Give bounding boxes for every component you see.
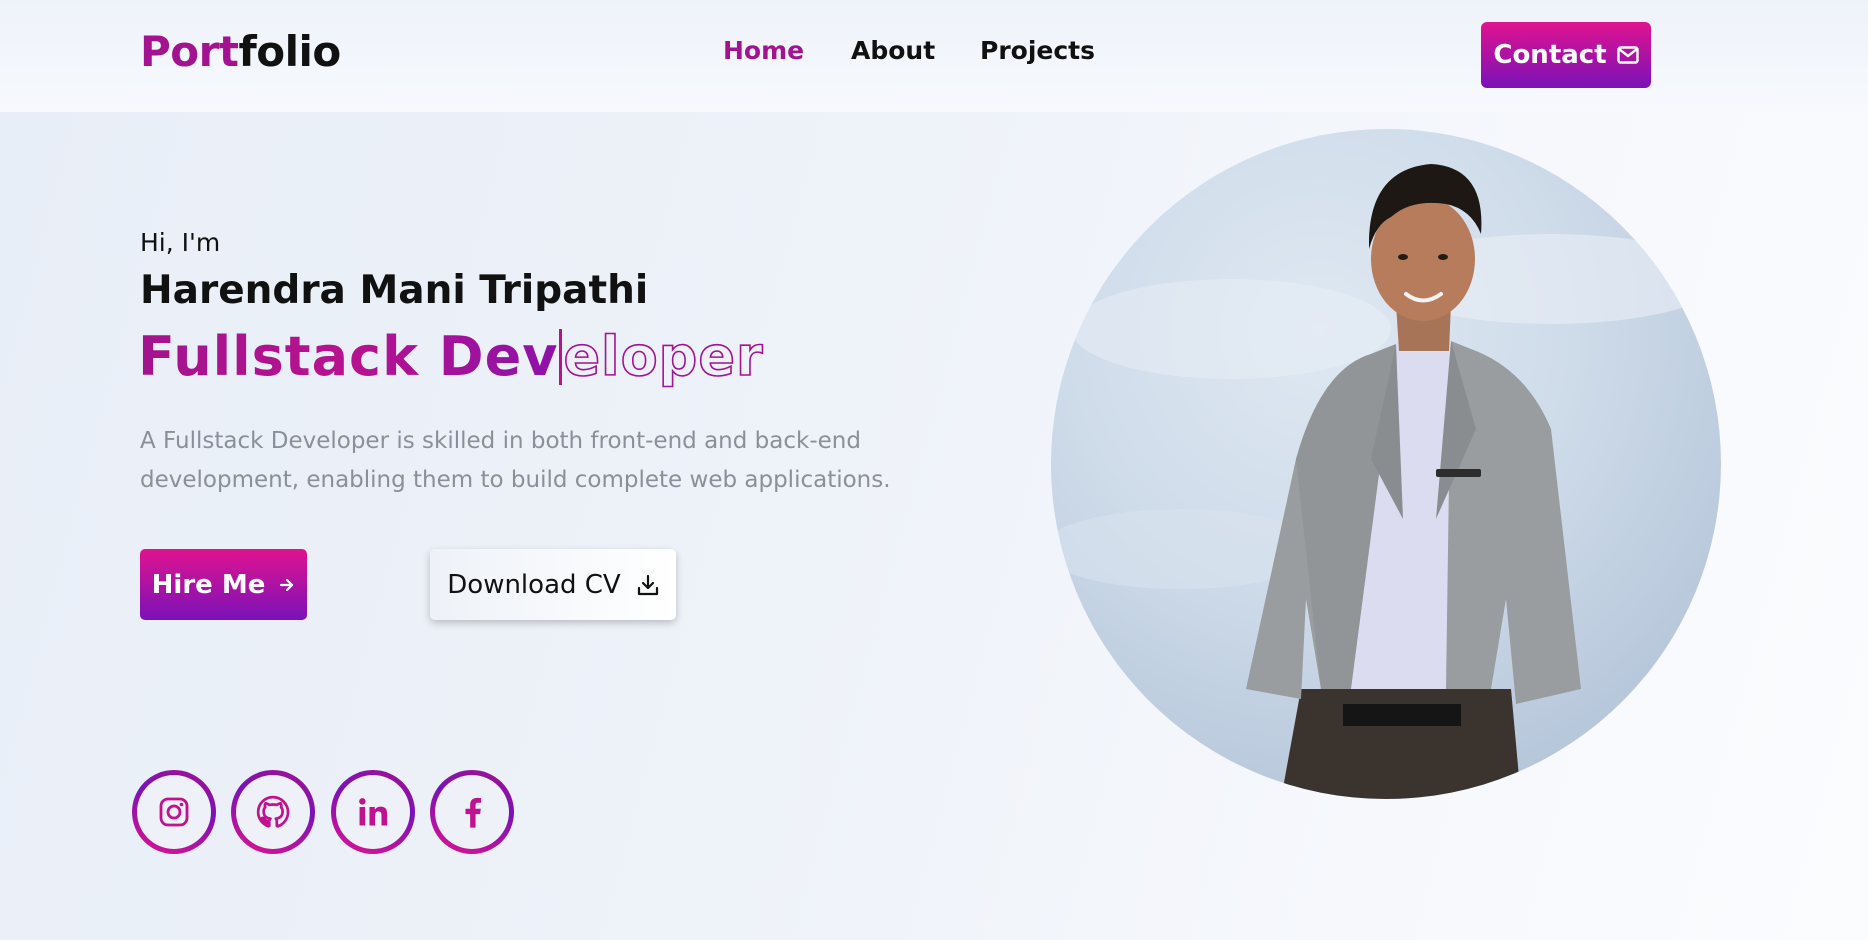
profile-photo (1051, 129, 1721, 799)
download-cv-button[interactable]: Download CV (430, 549, 676, 620)
linkedin-link[interactable] (331, 770, 415, 854)
instagram-icon (159, 797, 189, 827)
contact-button[interactable]: Contact (1481, 22, 1651, 88)
logo[interactable]: Portfolio (140, 27, 341, 76)
nav-about[interactable]: About (851, 36, 935, 65)
download-icon (637, 574, 658, 595)
github-link[interactable] (231, 770, 315, 854)
hero-role: Fullstack Dev eloper (138, 324, 764, 389)
nav-home[interactable]: Home (723, 36, 804, 65)
contact-button-label: Contact (1493, 40, 1607, 70)
facebook-icon (465, 797, 482, 828)
nav-projects[interactable]: Projects (980, 36, 1095, 65)
github-link-inner (236, 775, 310, 849)
logo-part-2: folio (238, 27, 341, 76)
download-cv-label: Download CV (447, 569, 621, 600)
profile-illustration (1051, 164, 1721, 799)
hire-me-label: Hire Me (151, 569, 266, 600)
role-outline-text: eloper (563, 324, 764, 389)
typing-cursor (559, 328, 563, 385)
linkedin-link-inner (336, 775, 410, 849)
linkedin-icon (359, 798, 388, 826)
site-header: Portfolio Home About Projects Contact (0, 0, 1868, 112)
github-icon (256, 795, 290, 828)
arrow-right-icon (280, 578, 294, 591)
instagram-link-inner (137, 775, 211, 849)
hero-name: Harendra Mani Tripathi (140, 268, 649, 313)
role-typed-text: Fullstack Dev (138, 325, 559, 388)
instagram-link[interactable] (132, 770, 216, 854)
logo-part-1: Port (140, 27, 239, 76)
greeting: Hi, I'm (140, 228, 221, 257)
mail-icon (1616, 46, 1639, 64)
facebook-link-inner (435, 775, 509, 849)
facebook-link[interactable] (430, 770, 514, 854)
hire-me-button[interactable]: Hire Me (140, 549, 307, 620)
hero-description: A Fullstack Developer is skilled in both… (140, 428, 891, 493)
